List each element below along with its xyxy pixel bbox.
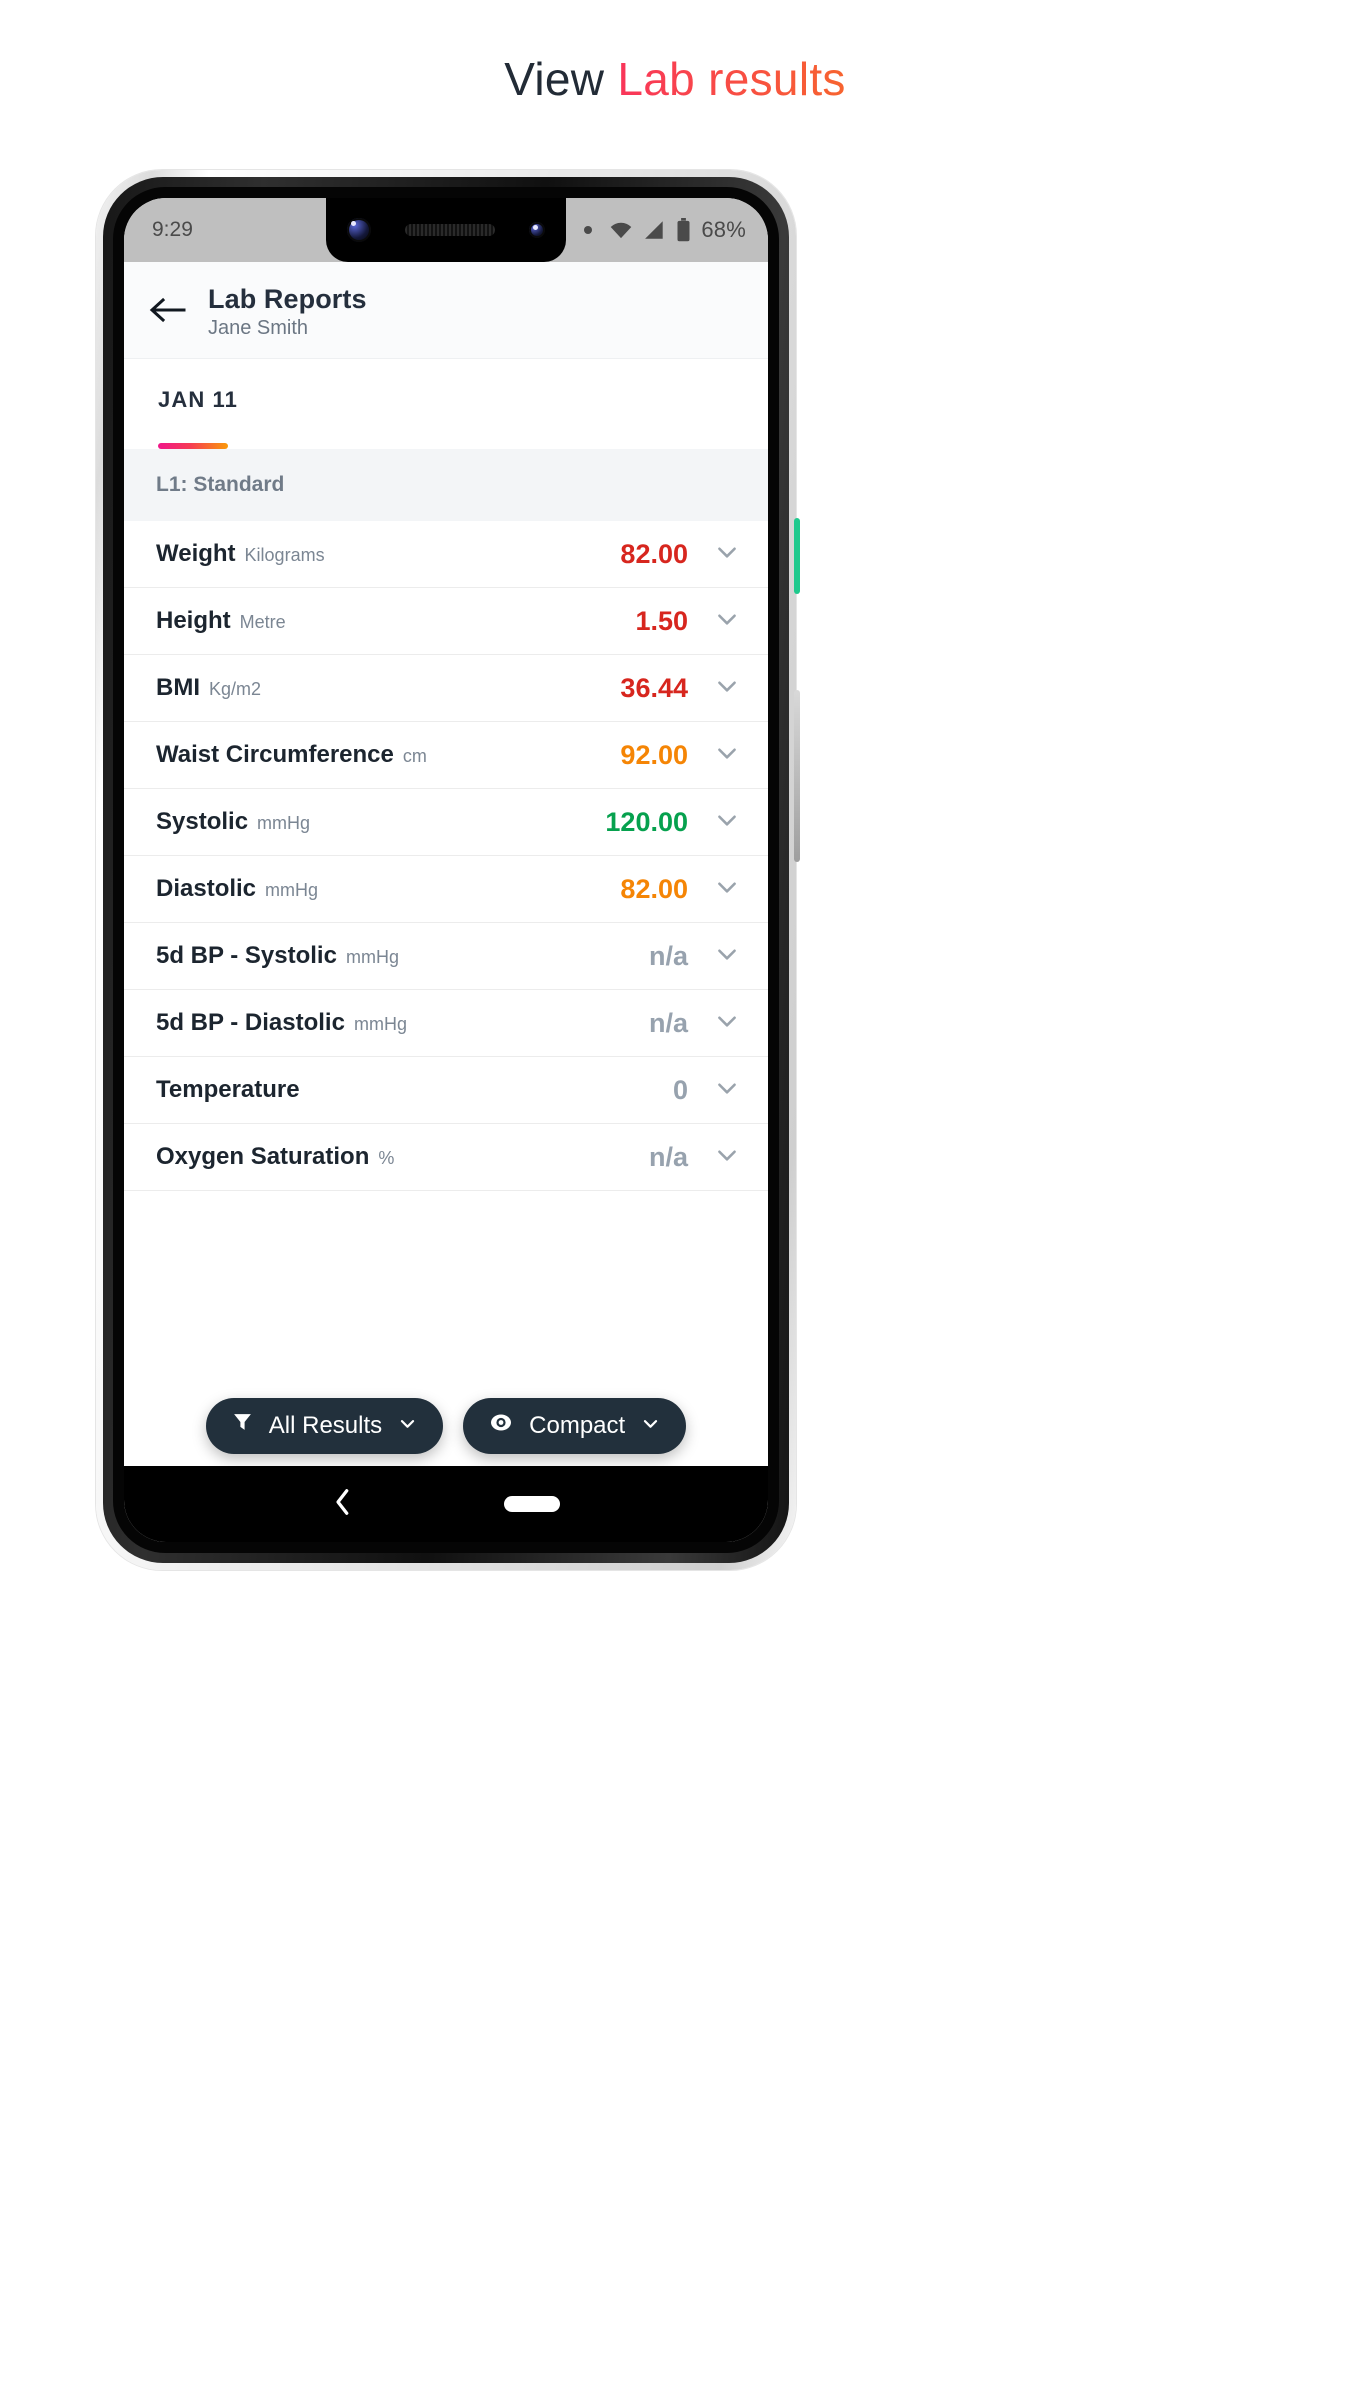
page-title: View Lab results <box>0 0 1350 106</box>
tab-jan-11-label: JAN 11 <box>158 387 238 412</box>
row-metric-unit: % <box>378 1148 395 1168</box>
android-nav-bar <box>124 1466 768 1542</box>
table-row[interactable]: Diastolic mmHg 82.00 <box>124 856 768 923</box>
row-metric-name: 5d BP - Diastolic <box>156 1009 345 1036</box>
table-row[interactable]: Height Metre 1.50 <box>124 588 768 655</box>
battery-icon <box>677 218 690 242</box>
chevron-down-icon[interactable] <box>714 1142 740 1173</box>
filter-funnel-icon <box>232 1412 253 1440</box>
row-metric-unit: mmHg <box>265 880 319 900</box>
back-arrow-icon[interactable] <box>148 295 186 330</box>
eye-icon <box>489 1412 513 1440</box>
phone-screen: 9:29 68% Lab Reports Jane Smith JAN 11 L… <box>124 198 768 1542</box>
chevron-down-icon[interactable] <box>714 874 740 905</box>
chevron-down-icon[interactable] <box>714 539 740 570</box>
chevron-down-icon[interactable] <box>714 673 740 704</box>
row-metric-value: 1.50 <box>635 605 688 636</box>
patient-name-label: Jane Smith <box>208 317 309 339</box>
cell-signal-icon <box>645 221 664 239</box>
row-metric-name: BMI <box>156 674 200 701</box>
row-metric-name: Diastolic <box>156 875 257 902</box>
row-metric-name: Waist Circumference <box>156 741 394 768</box>
table-row[interactable]: Temperature 0 <box>124 1057 768 1124</box>
table-row[interactable]: 5d BP - Diastolic mmHg n/a <box>124 990 768 1057</box>
row-metric-name: Height <box>156 607 231 634</box>
lab-results-list: Weight Kilograms 82.00 Height Metre 1.50 <box>124 521 768 1191</box>
chevron-down-icon[interactable] <box>714 740 740 771</box>
chevron-down-icon <box>641 1412 660 1440</box>
volume-button[interactable] <box>794 690 800 862</box>
wifi-icon <box>611 222 632 239</box>
nav-home-pill[interactable] <box>504 1496 560 1512</box>
chevron-down-icon[interactable] <box>714 1075 740 1106</box>
row-metric-unit: mmHg <box>353 1014 407 1034</box>
status-bar-time: 9:29 <box>152 218 193 241</box>
row-metric-value: 0 <box>672 1074 688 1105</box>
row-metric-unit: mmHg <box>257 813 311 833</box>
row-metric-name: Weight <box>156 540 236 567</box>
chevron-down-icon[interactable] <box>714 1008 740 1039</box>
page-title-plain: View <box>504 53 618 105</box>
table-row[interactable]: Oxygen Saturation % n/a <box>124 1124 768 1191</box>
row-metric-unit: Kg/m2 <box>209 679 262 699</box>
secondary-camera-icon <box>529 222 545 238</box>
app-bar: Lab Reports Jane Smith <box>124 262 768 359</box>
front-camera-icon <box>347 218 371 242</box>
row-metric-value: 82.00 <box>620 538 688 569</box>
chevron-down-icon <box>398 1412 417 1440</box>
row-metric-name: Systolic <box>156 808 249 835</box>
earpiece-speaker <box>405 224 495 236</box>
page-header-title: Lab Reports <box>208 284 367 314</box>
floating-action-bar: All Results Compact <box>124 1398 768 1454</box>
view-mode-compact-button[interactable]: Compact <box>463 1398 687 1454</box>
row-metric-unit: Metre <box>239 612 286 632</box>
tab-jan-11[interactable]: JAN 11 <box>124 387 238 449</box>
row-metric-unit: mmHg <box>345 947 399 967</box>
page-title-accent: Lab results <box>617 53 846 105</box>
table-row[interactable]: Weight Kilograms 82.00 <box>124 521 768 588</box>
row-metric-value: n/a <box>648 940 688 971</box>
power-button[interactable] <box>794 518 800 594</box>
row-metric-name: Oxygen Saturation <box>156 1143 370 1170</box>
chevron-down-icon[interactable] <box>714 941 740 972</box>
phone-mockup: 9:29 68% Lab Reports Jane Smith JAN 11 L… <box>96 170 800 1570</box>
status-bar: 9:29 68% <box>124 198 768 262</box>
row-metric-value: 36.44 <box>620 672 688 703</box>
row-metric-value: n/a <box>648 1007 688 1038</box>
tab-active-indicator <box>158 443 228 449</box>
dot-indicator-icon <box>584 226 593 234</box>
row-metric-name: 5d BP - Systolic <box>156 942 337 969</box>
chevron-down-icon[interactable] <box>714 807 740 838</box>
view-mode-button-label: Compact <box>529 1412 626 1439</box>
table-row[interactable]: Waist Circumference cm 92.00 <box>124 722 768 789</box>
date-tab-strip: JAN 11 <box>124 359 768 449</box>
row-metric-unit: Kilograms <box>244 545 325 565</box>
nav-back-icon[interactable] <box>332 1487 354 1522</box>
battery-percent-label: 68% <box>701 217 746 242</box>
row-metric-value: 92.00 <box>620 739 688 770</box>
status-bar-icons: 68% <box>584 217 746 243</box>
filter-button-label: All Results <box>268 1412 383 1439</box>
row-metric-value: 120.00 <box>605 806 688 837</box>
display-notch <box>326 198 566 262</box>
row-metric-unit: cm <box>402 746 427 766</box>
row-metric-name: Temperature <box>156 1076 300 1103</box>
table-row[interactable]: BMI Kg/m2 36.44 <box>124 655 768 722</box>
chevron-down-icon[interactable] <box>714 606 740 637</box>
row-metric-value: n/a <box>648 1141 688 1172</box>
filter-all-results-button[interactable]: All Results <box>205 1398 444 1454</box>
row-metric-value: 82.00 <box>620 873 688 904</box>
table-row[interactable]: 5d BP - Systolic mmHg n/a <box>124 923 768 990</box>
table-row[interactable]: Systolic mmHg 120.00 <box>124 789 768 856</box>
section-header: L1: Standard <box>124 449 768 521</box>
